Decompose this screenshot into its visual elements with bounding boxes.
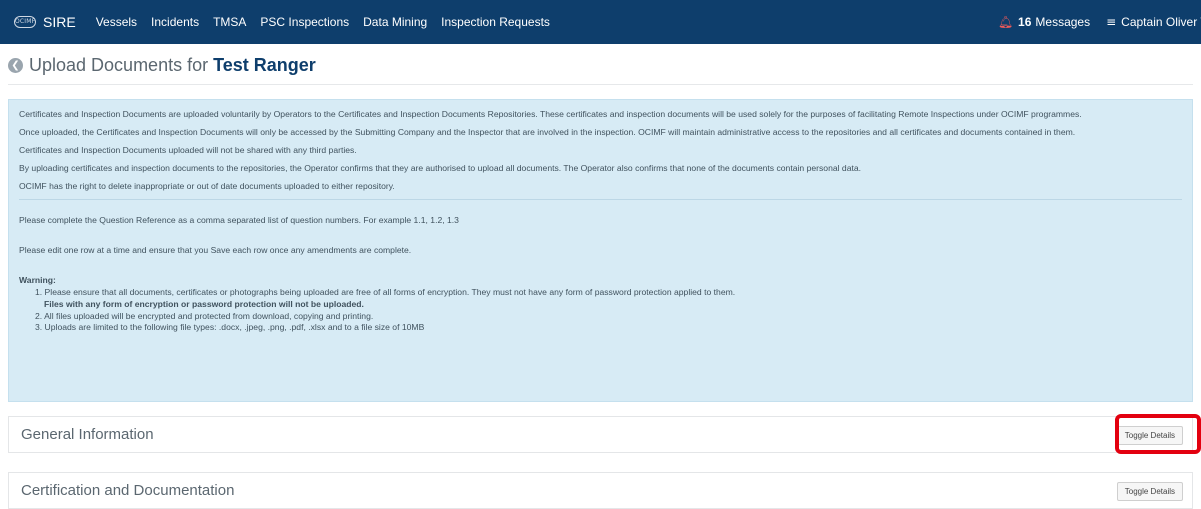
page-header: ❮ Upload Documents for Test Ranger (8, 52, 316, 78)
user-menu[interactable]: Captain Oliver Te (1121, 15, 1201, 29)
toggle-details-button[interactable]: Toggle Details (1116, 482, 1183, 501)
info-paragraph: Certificates and Inspection Documents ar… (19, 109, 1082, 119)
section-title: Certification and Documentation (21, 482, 235, 499)
nav-tmsa[interactable]: TMSA (213, 15, 246, 29)
warning-item: 1. Please ensure that all documents, cer… (35, 287, 736, 297)
messages-link[interactable]: Messages (1035, 15, 1090, 29)
ocimf-logo-icon: OCIMF (14, 16, 36, 28)
info-paragraph: OCIMF has the right to delete inappropri… (19, 181, 395, 191)
messages-count[interactable]: 16 (1018, 15, 1031, 29)
hamburger-menu-icon[interactable]: ≡ (1106, 15, 1116, 29)
info-notice: Certificates and Inspection Documents ar… (8, 99, 1193, 402)
nav-inspection-requests[interactable]: Inspection Requests (441, 15, 550, 29)
page-title: Upload Documents for (29, 54, 209, 75)
header-divider (8, 84, 1193, 85)
vessel-name: Test Ranger (213, 54, 316, 75)
brand[interactable]: OCIMF SIRE (14, 14, 76, 30)
info-divider (19, 199, 1182, 200)
section-title: General Information (21, 426, 154, 443)
warning-title: Warning: (19, 275, 56, 285)
info-paragraph: Once uploaded, the Certificates and Insp… (19, 127, 1076, 137)
warning-item: 2. All files uploaded will be encrypted … (35, 310, 374, 321)
question-ref-note: Please complete the Question Reference a… (19, 215, 459, 225)
warning-item: 3. Uploads are limited to the following … (35, 322, 425, 333)
bell-icon[interactable]: 🔔︎ (998, 15, 1013, 29)
nav-right: 🔔︎ 16 Messages ≡ Captain Oliver Te (998, 0, 1201, 44)
brand-name[interactable]: SIRE (43, 14, 76, 30)
info-paragraph: Certificates and Inspection Documents up… (19, 145, 357, 155)
info-paragraph: By uploading certificates and inspection… (19, 163, 862, 173)
edit-note: Please edit one row at a time and ensure… (19, 245, 412, 255)
nav-incidents[interactable]: Incidents (151, 15, 199, 29)
nav-data-mining[interactable]: Data Mining (363, 15, 427, 29)
nav-psc-inspections[interactable]: PSC Inspections (260, 15, 349, 29)
section-certification-documentation: Certification and Documentation Toggle D… (8, 472, 1193, 509)
warning-list: 1. Please ensure that all documents, cer… (19, 287, 1182, 334)
warning-emphasis: Files with any form of encryption or pas… (44, 298, 364, 309)
top-navbar: OCIMF SIRE Vessels Incidents TMSA PSC In… (0, 0, 1201, 44)
back-arrow-icon[interactable]: ❮ (8, 57, 23, 73)
section-general-information: General Information Toggle Details (8, 416, 1193, 453)
nav-vessels[interactable]: Vessels (96, 15, 137, 29)
main-nav: Vessels Incidents TMSA PSC Inspections D… (96, 15, 564, 29)
highlight-box (1115, 414, 1201, 454)
